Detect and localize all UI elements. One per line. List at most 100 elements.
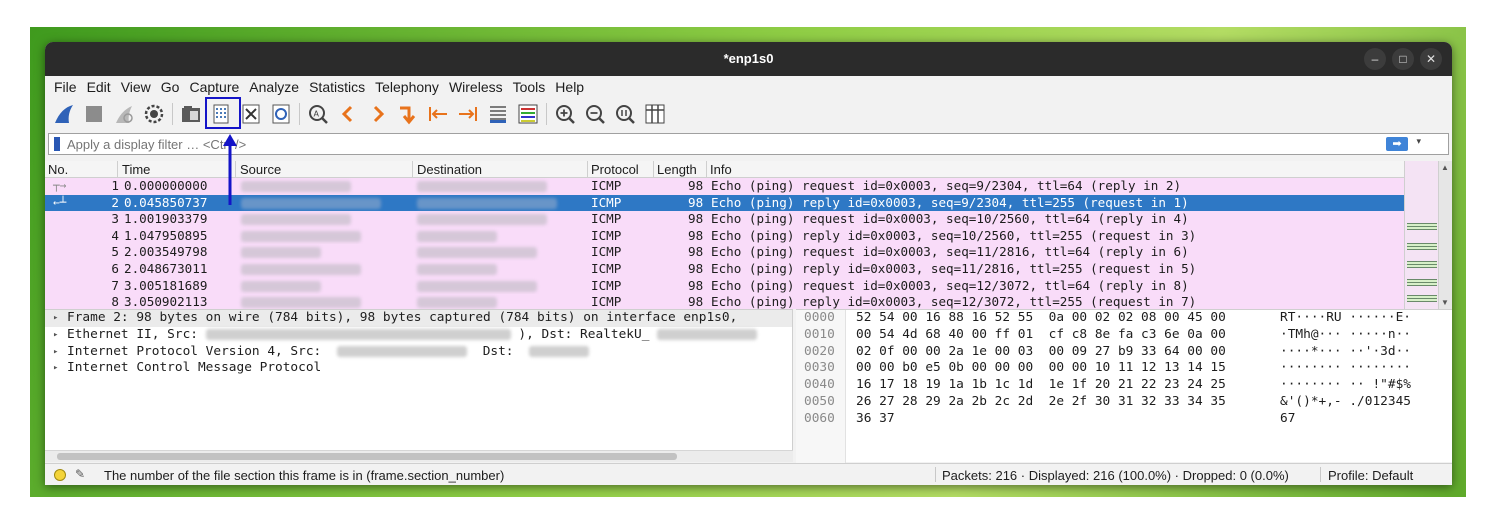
shark-fin-start-icon[interactable] xyxy=(52,102,76,126)
hex-ascii[interactable]: ········ ········ xyxy=(1280,360,1411,377)
close-file-icon[interactable] xyxy=(239,102,263,126)
maximize-button[interactable]: □ xyxy=(1392,48,1414,70)
menu-view[interactable]: View xyxy=(116,79,156,95)
hex-ascii[interactable]: ········ ·· !"#$% xyxy=(1280,377,1411,394)
cell-time: 1.047950895 xyxy=(124,227,208,243)
menu-go[interactable]: Go xyxy=(156,79,185,95)
detail-row-ip[interactable]: ▸ Internet Protocol Version 4, Src: Dst: xyxy=(45,344,792,361)
expand-arrow-icon[interactable]: ▸ xyxy=(53,344,58,361)
menu-help[interactable]: Help xyxy=(550,79,589,95)
menu-tools[interactable]: Tools xyxy=(508,79,551,95)
hex-ascii[interactable]: &'()*+,- ./012345 xyxy=(1280,394,1411,411)
hex-bytes[interactable]: 16 17 18 19 1a 1b 1c 1d 1e 1f 20 21 22 2… xyxy=(856,377,1226,394)
go-to-packet-icon[interactable] xyxy=(396,102,420,126)
packet-row[interactable]: 8 3.050902113 ICMP 98 Echo (ping) reply … xyxy=(45,294,1404,309)
hex-bytes[interactable]: 00 00 b0 e5 0b 00 00 00 00 00 10 11 12 1… xyxy=(856,360,1226,377)
expand-arrow-icon[interactable]: ▸ xyxy=(53,310,58,327)
cell-length: 98 xyxy=(688,211,704,227)
zoom-out-icon[interactable] xyxy=(583,102,607,126)
hex-bytes[interactable]: 02 0f 00 00 2a 1e 00 03 00 09 27 b9 33 6… xyxy=(856,344,1226,361)
hex-bytes[interactable]: 52 54 00 16 88 16 52 55 0a 00 02 02 08 0… xyxy=(856,310,1226,327)
hex-bytes[interactable]: 00 54 4d 68 40 00 ff 01 cf c8 8e fa c3 6… xyxy=(856,327,1226,344)
go-forward-icon[interactable] xyxy=(366,102,390,126)
open-file-icon[interactable] xyxy=(179,102,203,126)
detail-row-icmp[interactable]: ▸ Internet Control Message Protocol xyxy=(45,360,792,377)
column-divider[interactable] xyxy=(587,161,588,178)
zoom-in-icon[interactable] xyxy=(553,102,577,126)
stop-capture-icon[interactable] xyxy=(82,102,106,126)
cell-info: Echo (ping) reply id=0x0003, seq=12/3072… xyxy=(711,294,1197,309)
packet-row[interactable]: 6 2.048673011 ICMP 98 Echo (ping) reply … xyxy=(45,260,1404,278)
normal-size-icon[interactable] xyxy=(613,102,637,126)
column-header-destination[interactable]: Destination xyxy=(417,162,482,177)
hex-ascii[interactable]: ····*··· ··'·3d·· xyxy=(1280,344,1411,361)
hex-bytes[interactable]: 26 27 28 29 2a 2b 2c 2d 2e 2f 30 31 32 3… xyxy=(856,394,1226,411)
bookmark-icon[interactable] xyxy=(54,137,60,151)
expand-arrow-icon[interactable]: ▸ xyxy=(53,360,58,377)
hex-bytes[interactable]: 36 37 xyxy=(856,411,895,428)
toolbar-separator xyxy=(172,103,173,125)
expand-arrow-icon[interactable]: ▸ xyxy=(53,327,58,344)
display-filter-input[interactable] xyxy=(67,135,1347,153)
details-horizontal-scrollbar[interactable] xyxy=(45,450,793,462)
resize-columns-icon[interactable] xyxy=(643,102,667,126)
cell-length: 98 xyxy=(688,194,704,210)
expert-info-icon[interactable] xyxy=(54,469,66,481)
packet-row[interactable]: ┬→ 1 0.000000000 ICMP 98 Echo (ping) req… xyxy=(45,178,1404,195)
restart-capture-icon[interactable] xyxy=(112,102,136,126)
column-header-length[interactable]: Length xyxy=(657,162,697,177)
redacted-source-address xyxy=(241,280,321,292)
scroll-down-icon[interactable]: ▼ xyxy=(1441,298,1449,307)
find-packet-icon[interactable]: A xyxy=(306,102,330,126)
column-header-time[interactable]: Time xyxy=(122,162,150,177)
hex-ascii[interactable]: ·TMh@··· ·····n·· xyxy=(1280,327,1411,344)
filter-history-dropdown-icon[interactable]: ▾ xyxy=(1416,136,1421,147)
menu-capture[interactable]: Capture xyxy=(184,79,244,95)
last-packet-icon[interactable] xyxy=(456,102,480,126)
scroll-up-icon[interactable]: ▲ xyxy=(1441,163,1449,172)
packet-minimap[interactable] xyxy=(1404,161,1438,309)
column-divider[interactable] xyxy=(117,161,118,178)
reload-file-icon[interactable] xyxy=(269,102,293,126)
menu-file[interactable]: File xyxy=(49,79,82,95)
packet-row-selected[interactable]: ←┴ 2 0.045850737 ICMP 98 Echo (ping) rep… xyxy=(45,194,1404,212)
menu-wireless[interactable]: Wireless xyxy=(444,79,508,95)
column-header-no[interactable]: No. xyxy=(48,162,68,177)
menu-analyze[interactable]: Analyze xyxy=(244,79,304,95)
capture-comment-icon[interactable]: ✎ xyxy=(75,467,85,481)
profile-selector[interactable]: Profile: Default xyxy=(1328,468,1413,483)
cell-time: 2.003549798 xyxy=(124,244,208,260)
status-separator xyxy=(1320,467,1321,482)
scrollbar-thumb[interactable] xyxy=(57,453,677,460)
detail-row-frame[interactable]: ▸ Frame 2: 98 bytes on wire (784 bits), … xyxy=(45,310,792,327)
packet-row[interactable]: 7 3.005181689 ICMP 98 Echo (ping) reques… xyxy=(45,277,1404,295)
menu-edit[interactable]: Edit xyxy=(82,79,116,95)
hex-ascii[interactable]: RT····RU ······E· xyxy=(1280,310,1411,327)
packet-row[interactable]: 4 1.047950895 ICMP 98 Echo (ping) reply … xyxy=(45,227,1404,245)
hex-ascii[interactable]: 67 xyxy=(1280,411,1295,428)
packet-row[interactable]: 5 2.003549798 ICMP 98 Echo (ping) reques… xyxy=(45,244,1404,261)
autoscroll-icon[interactable] xyxy=(486,102,510,126)
redacted-source-address xyxy=(241,297,361,309)
first-packet-icon[interactable] xyxy=(426,102,450,126)
column-header-info[interactable]: Info xyxy=(710,162,732,177)
column-divider[interactable] xyxy=(412,161,413,178)
column-divider[interactable] xyxy=(653,161,654,178)
column-divider[interactable] xyxy=(706,161,707,178)
apply-filter-arrow-icon[interactable]: ➡ xyxy=(1386,137,1408,151)
menu-telephony[interactable]: Telephony xyxy=(370,79,444,95)
detail-row-ethernet[interactable]: ▸ Ethernet II, Src: ), Dst: RealtekU_ xyxy=(45,327,792,344)
column-divider[interactable] xyxy=(235,161,236,178)
packet-row[interactable]: 3 1.001903379 ICMP 98 Echo (ping) reques… xyxy=(45,211,1404,228)
close-button[interactable]: ✕ xyxy=(1420,48,1442,70)
capture-options-icon[interactable] xyxy=(142,102,166,126)
column-header-source[interactable]: Source xyxy=(240,162,281,177)
minimize-button[interactable]: – xyxy=(1364,48,1386,70)
menu-statistics[interactable]: Statistics xyxy=(304,79,370,95)
packet-list-scrollbar[interactable]: ▲ ▼ xyxy=(1438,161,1452,309)
packet-list: No. Time Source Destination Protocol Len… xyxy=(45,161,1452,309)
go-back-icon[interactable] xyxy=(336,102,360,126)
colorize-icon[interactable] xyxy=(516,102,540,126)
cell-info: Echo (ping) request id=0x0003, seq=9/230… xyxy=(711,178,1182,193)
column-header-protocol[interactable]: Protocol xyxy=(591,162,639,177)
